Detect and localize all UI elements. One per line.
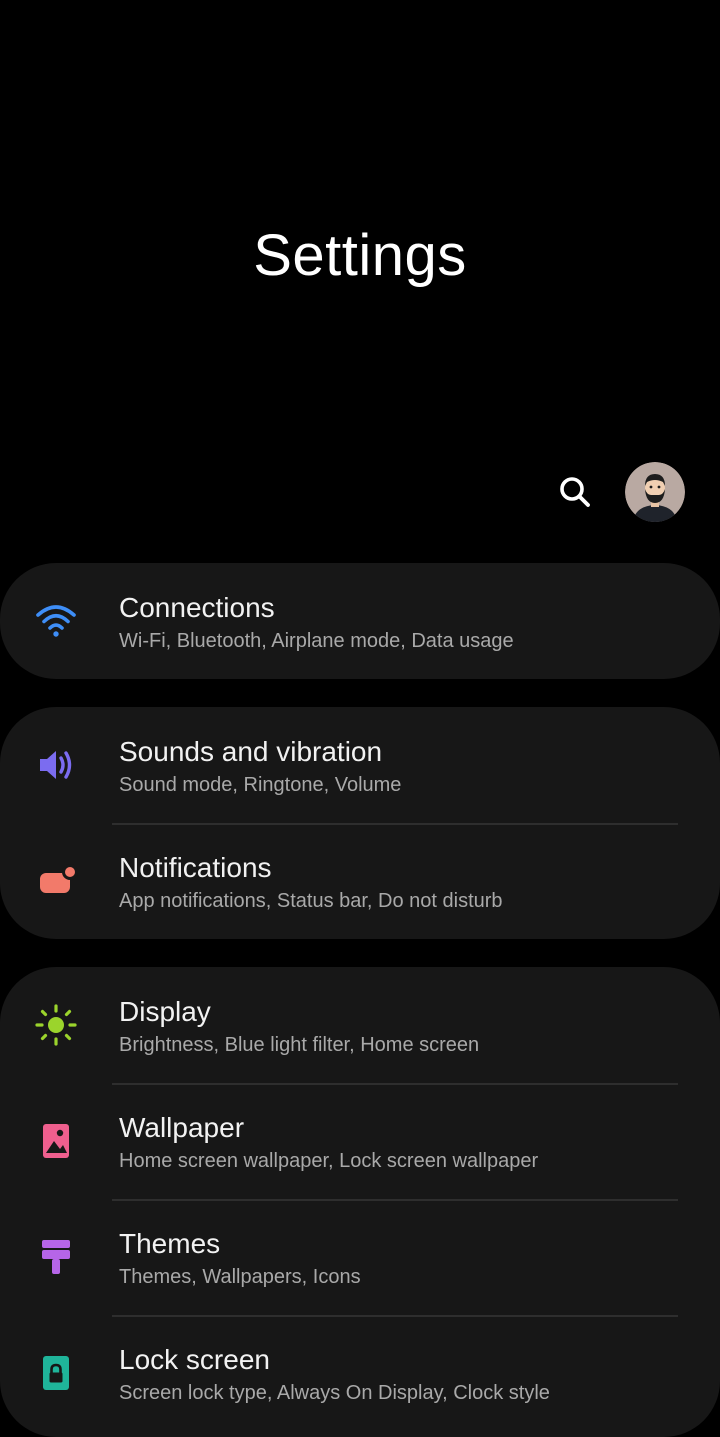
settings-item-label: Sounds and vibration — [119, 736, 383, 767]
settings-item-display[interactable]: Display Brightness, Blue light filter, H… — [0, 967, 720, 1083]
card-connections-group: Connections Wi-Fi, Bluetooth, Airplane m… — [0, 563, 720, 679]
settings-item-sounds[interactable]: Sounds and vibration Sound mode, Rington… — [0, 707, 720, 823]
settings-item-subtitle: Sound mode, Ringtone, Volume — [119, 774, 402, 796]
settings-item-subtitle: Home screen wallpaper, Lock screen wallp… — [119, 1150, 539, 1172]
settings-item-wallpaper[interactable]: Wallpaper Home screen wallpaper, Lock sc… — [0, 1083, 720, 1199]
settings-item-subtitle: Screen lock type, Always On Display, Clo… — [119, 1382, 550, 1404]
avatar-icon — [625, 462, 685, 522]
divider — [112, 1083, 678, 1085]
settings-item-themes[interactable]: Themes Themes, Wallpapers, Icons — [0, 1199, 720, 1315]
volume-icon — [32, 741, 80, 789]
divider — [112, 1199, 678, 1201]
image-icon — [32, 1117, 80, 1165]
profile-avatar[interactable] — [625, 462, 685, 522]
settings-item-label: Notifications — [119, 852, 272, 883]
settings-item-label: Connections — [119, 592, 275, 623]
settings-item-subtitle: App notifications, Status bar, Do not di… — [119, 890, 503, 912]
notification-icon — [32, 857, 80, 905]
sun-icon — [32, 1001, 80, 1049]
settings-item-subtitle: Themes, Wallpapers, Icons — [119, 1266, 361, 1288]
paint-roller-icon — [32, 1233, 80, 1281]
divider — [112, 823, 678, 825]
settings-item-label: Lock screen — [119, 1344, 270, 1375]
wifi-icon — [32, 597, 80, 645]
card-display-group: Display Brightness, Blue light filter, H… — [0, 967, 720, 1437]
page-title: Settings — [253, 223, 467, 288]
search-button[interactable] — [553, 470, 597, 514]
divider — [112, 1315, 678, 1317]
card-sound-group: Sounds and vibration Sound mode, Rington… — [0, 707, 720, 939]
settings-item-label: Themes — [119, 1228, 221, 1259]
search-icon — [560, 477, 590, 507]
settings-item-connections[interactable]: Connections Wi-Fi, Bluetooth, Airplane m… — [0, 563, 720, 679]
settings-item-subtitle: Wi-Fi, Bluetooth, Airplane mode, Data us… — [119, 630, 514, 652]
settings-item-subtitle: Brightness, Blue light filter, Home scre… — [119, 1034, 480, 1056]
settings-item-label: Wallpaper — [119, 1112, 245, 1143]
settings-item-label: Display — [119, 996, 211, 1027]
settings-item-notifications[interactable]: Notifications App notifications, Status … — [0, 823, 720, 939]
lock-icon — [32, 1349, 80, 1397]
settings-item-lock-screen[interactable]: Lock screen Screen lock type, Always On … — [0, 1315, 720, 1431]
